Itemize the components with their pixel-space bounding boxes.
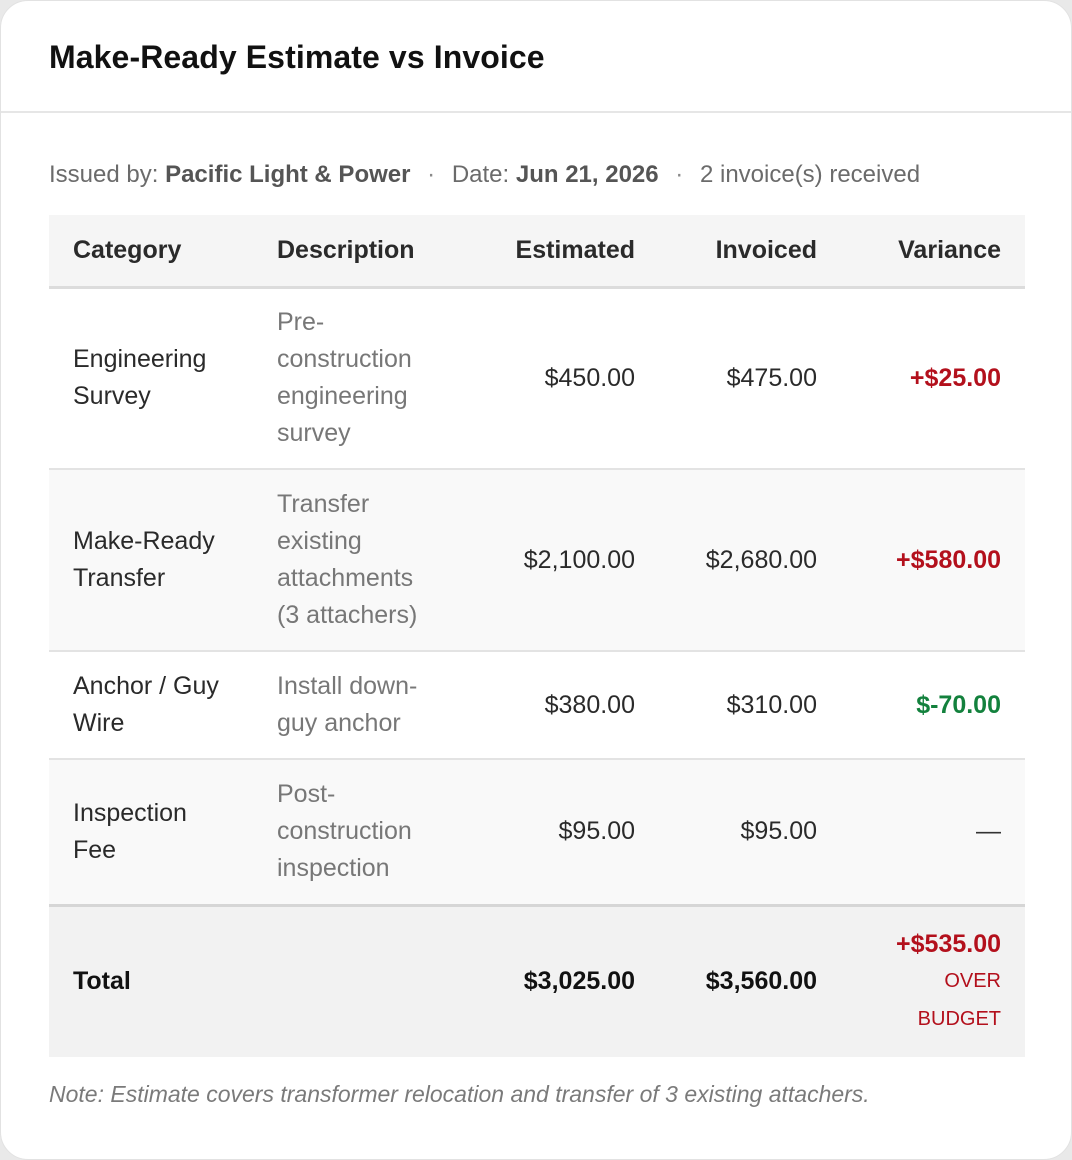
- footnote: Note: Estimate covers transformer reloca…: [49, 1081, 870, 1107]
- invoiced-cell: $475.00: [659, 287, 841, 470]
- invoiced-cell: $95.00: [659, 759, 841, 906]
- category-cell: Engineering Survey: [49, 287, 253, 470]
- column-header-invoiced: Invoiced: [659, 215, 841, 289]
- total-description-cell: [253, 903, 453, 1057]
- column-header-variance: Variance: [841, 215, 1025, 289]
- date-label: Date:: [451, 161, 510, 188]
- total-variance: +$535.00: [896, 929, 1001, 958]
- table-row: Anchor / Guy Wire Install down-guy ancho…: [49, 651, 1025, 760]
- table-row: Inspection Fee Post-construction inspect…: [49, 759, 1025, 906]
- estimate-table: Category Description Estimated Invoiced …: [49, 215, 1025, 1057]
- category-cell: Anchor / Guy Wire: [49, 651, 253, 760]
- issue-date: Jun 21, 2026: [515, 161, 659, 188]
- invoice-count: 2 invoice(s) received: [699, 161, 921, 188]
- estimated-cell: $95.00: [453, 759, 659, 906]
- invoiced-cell: $2,680.00: [659, 469, 841, 652]
- over-budget-badge: OVER BUDGET: [917, 969, 1001, 1030]
- column-header-description: Description: [253, 215, 453, 289]
- total-invoiced: $3,560.00: [659, 903, 841, 1057]
- category-cell: Make-Ready Transfer: [49, 469, 253, 652]
- description-cell: Pre-construction engineering survey: [253, 287, 453, 470]
- estimated-cell: $2,100.00: [453, 469, 659, 652]
- card-header: Make-Ready Estimate vs Invoice: [1, 1, 1071, 113]
- description-cell: Post-construction inspection: [253, 759, 453, 906]
- category-cell: Inspection Fee: [49, 759, 253, 906]
- meta-separator: ·: [427, 161, 436, 188]
- table-row: Make-Ready Transfer Transfer existing at…: [49, 469, 1025, 652]
- issuer-name: Pacific Light & Power: [165, 161, 411, 188]
- description-cell: Transfer existing attachments (3 attache…: [253, 469, 453, 652]
- total-label: Total: [49, 903, 253, 1057]
- variance-cell: +$25.00: [841, 287, 1025, 470]
- column-header-category: Category: [49, 215, 253, 289]
- meta-separator: ·: [675, 161, 684, 188]
- invoiced-cell: $310.00: [659, 651, 841, 760]
- column-header-estimated: Estimated: [453, 215, 659, 289]
- total-estimated: $3,025.00: [453, 903, 659, 1057]
- estimate-card: Make-Ready Estimate vs Invoice Issued by…: [0, 0, 1072, 1160]
- issued-by-label: Issued by:: [49, 161, 159, 188]
- description-cell: Install down-guy anchor: [253, 651, 453, 760]
- table-header-row: Category Description Estimated Invoiced …: [49, 215, 1025, 289]
- estimated-cell: $380.00: [453, 651, 659, 760]
- variance-cell: $-70.00: [841, 651, 1025, 760]
- total-row: Total $3,025.00 $3,560.00 +$535.00 OVER …: [49, 903, 1025, 1057]
- estimated-cell: $450.00: [453, 287, 659, 470]
- invoice-meta: Issued by: Pacific Light & Power · Date:…: [49, 161, 920, 189]
- table-row: Engineering Survey Pre-construction engi…: [49, 287, 1025, 470]
- variance-cell: —: [841, 759, 1025, 906]
- page-title: Make-Ready Estimate vs Invoice: [49, 39, 545, 75]
- variance-cell: +$580.00: [841, 469, 1025, 652]
- total-variance-cell: +$535.00 OVER BUDGET: [841, 903, 1025, 1057]
